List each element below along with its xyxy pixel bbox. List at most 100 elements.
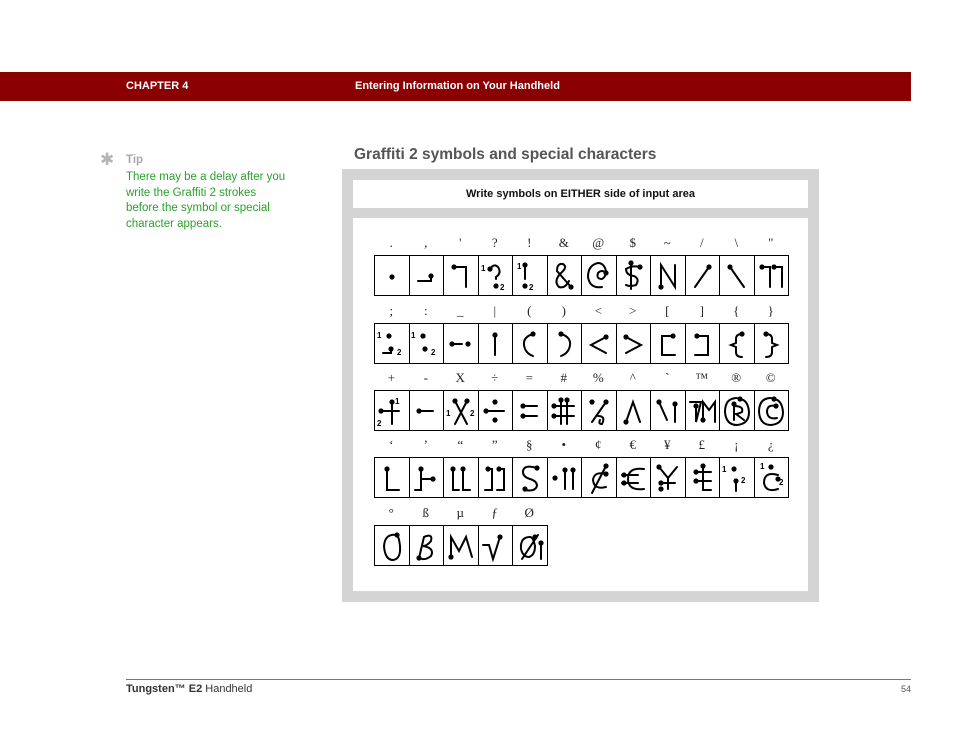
- symbol-label: ;: [389, 303, 394, 318]
- svg-text:2: 2: [397, 348, 402, 357]
- stroke-glyph-icon: [582, 458, 617, 497]
- symbol-label: •: [561, 437, 567, 452]
- asterisk-icon: ✱: [100, 150, 115, 169]
- symbol-label: µ: [456, 505, 465, 520]
- stroke-glyph-icon: [479, 324, 513, 363]
- symbol-label: ^: [629, 370, 636, 385]
- symbol-label: |: [493, 303, 497, 318]
- stroke-glyph-icon: [720, 391, 755, 430]
- stroke-glyph-icon: [755, 324, 789, 363]
- product-name: Tungsten™ E2: [126, 683, 203, 695]
- symbol-label: ¢: [595, 437, 602, 452]
- stroke-glyph-icon: [686, 256, 720, 295]
- symbol-label: ': [459, 235, 462, 250]
- symbol-label: [: [665, 303, 670, 318]
- svg-text:1: 1: [517, 262, 522, 271]
- symbol-label: ÷: [491, 370, 499, 385]
- symbol-label: {: [733, 303, 740, 318]
- symbol-label: ™: [695, 370, 709, 385]
- stroke-cells: 1212: [374, 323, 789, 364]
- stroke-glyph-icon: 12: [410, 324, 444, 363]
- stroke-glyph-icon: [444, 324, 479, 363]
- footer-product: Tungsten™ E2 Handheld: [126, 683, 252, 695]
- svg-text:1: 1: [722, 465, 727, 474]
- symbol-label: :: [423, 303, 428, 318]
- svg-text:1: 1: [481, 264, 486, 273]
- stroke-glyph-icon: [444, 458, 479, 497]
- stroke-glyph-icon: 12: [375, 324, 410, 363]
- stroke-glyph-icon: [375, 256, 410, 295]
- stroke-glyph-icon: [686, 391, 720, 430]
- stroke-glyph-icon: 12: [444, 391, 479, 430]
- section-title: Graffiti 2 symbols and special character…: [354, 146, 657, 163]
- stroke-glyph-icon: [444, 526, 479, 565]
- stroke-glyph-icon: [410, 526, 444, 565]
- symbol-label: ƒ: [491, 505, 499, 520]
- symbol-label: .: [389, 235, 393, 250]
- stroke-glyph-icon: [513, 391, 548, 430]
- stroke-glyph-icon: [651, 256, 686, 295]
- stroke-glyph-icon: 12: [755, 458, 789, 497]
- symbol-label: >: [629, 303, 637, 318]
- stroke-glyph-icon: 12: [720, 458, 755, 497]
- stroke-glyph-icon: [686, 458, 720, 497]
- chapter-label: CHAPTER 4: [126, 80, 189, 92]
- stroke-glyph-icon: [686, 324, 720, 363]
- symbol-label: ¥: [664, 437, 671, 452]
- symbol-label: “: [457, 437, 464, 452]
- chapter-title: Entering Information on Your Handheld: [355, 80, 560, 92]
- svg-text:2: 2: [431, 348, 436, 357]
- symbol-label: ¿: [767, 437, 774, 452]
- stroke-glyph-icon: [755, 256, 789, 295]
- symbol-label: ]: [699, 303, 704, 318]
- stroke-glyph-icon: [548, 458, 582, 497]
- stroke-glyph-icon: [617, 458, 651, 497]
- stroke-glyph-icon: [410, 256, 444, 295]
- symbol-label: X: [455, 370, 465, 385]
- product-suffix: Handheld: [202, 683, 253, 695]
- symbol-label: /: [699, 235, 704, 250]
- stroke-glyph-icon: [755, 391, 789, 430]
- symbol-label: ß: [422, 505, 430, 520]
- stroke-glyph-icon: [410, 391, 444, 430]
- symbol-label: #: [560, 370, 568, 385]
- stroke-glyph-icon: [513, 324, 548, 363]
- svg-text:1: 1: [411, 331, 416, 340]
- footer-divider: [126, 679, 911, 680]
- symbol-label: ©: [765, 370, 776, 385]
- symbol-label: ®: [731, 370, 742, 385]
- stroke-glyph-icon: [548, 324, 582, 363]
- symbol-label: =: [525, 370, 533, 385]
- svg-text:1: 1: [446, 409, 451, 418]
- svg-text:1: 1: [377, 331, 382, 340]
- tip-label: Tip: [126, 154, 144, 166]
- svg-text:2: 2: [529, 283, 534, 292]
- symbol-label: !: [527, 235, 532, 250]
- symbol-label: °: [388, 505, 394, 520]
- stroke-glyph-icon: [479, 526, 513, 565]
- symbol-label: \: [734, 235, 739, 250]
- stroke-glyph-icon: [582, 256, 617, 295]
- chapter-header-bar: CHAPTER 4 Entering Information on Your H…: [0, 72, 911, 101]
- svg-text:1: 1: [395, 397, 400, 406]
- stroke-glyph-icon: [582, 391, 617, 430]
- stroke-cells: 1212: [374, 390, 789, 431]
- symbol-label: (: [527, 303, 532, 318]
- symbol-label: ‘: [389, 437, 394, 452]
- symbol-label: ": [768, 235, 774, 250]
- stroke-glyph-icon: [582, 324, 617, 363]
- symbol-label: &: [558, 235, 569, 250]
- svg-text:1: 1: [760, 462, 765, 471]
- stroke-glyph-icon: [375, 458, 410, 497]
- stroke-cells: 1212: [374, 255, 789, 296]
- symbol-label: }: [767, 303, 774, 318]
- symbol-label: @: [592, 235, 605, 250]
- page-number: 54: [900, 684, 911, 694]
- symbol-label: %: [592, 370, 604, 385]
- symbol-label: ’: [423, 437, 428, 452]
- svg-text:2: 2: [377, 419, 382, 428]
- symbols-figure: Write symbols on EITHER side of input ar…: [342, 169, 819, 602]
- symbol-label: Ø: [524, 505, 534, 520]
- stroke-glyph-icon: [617, 256, 651, 295]
- symbol-label: ,: [424, 235, 428, 250]
